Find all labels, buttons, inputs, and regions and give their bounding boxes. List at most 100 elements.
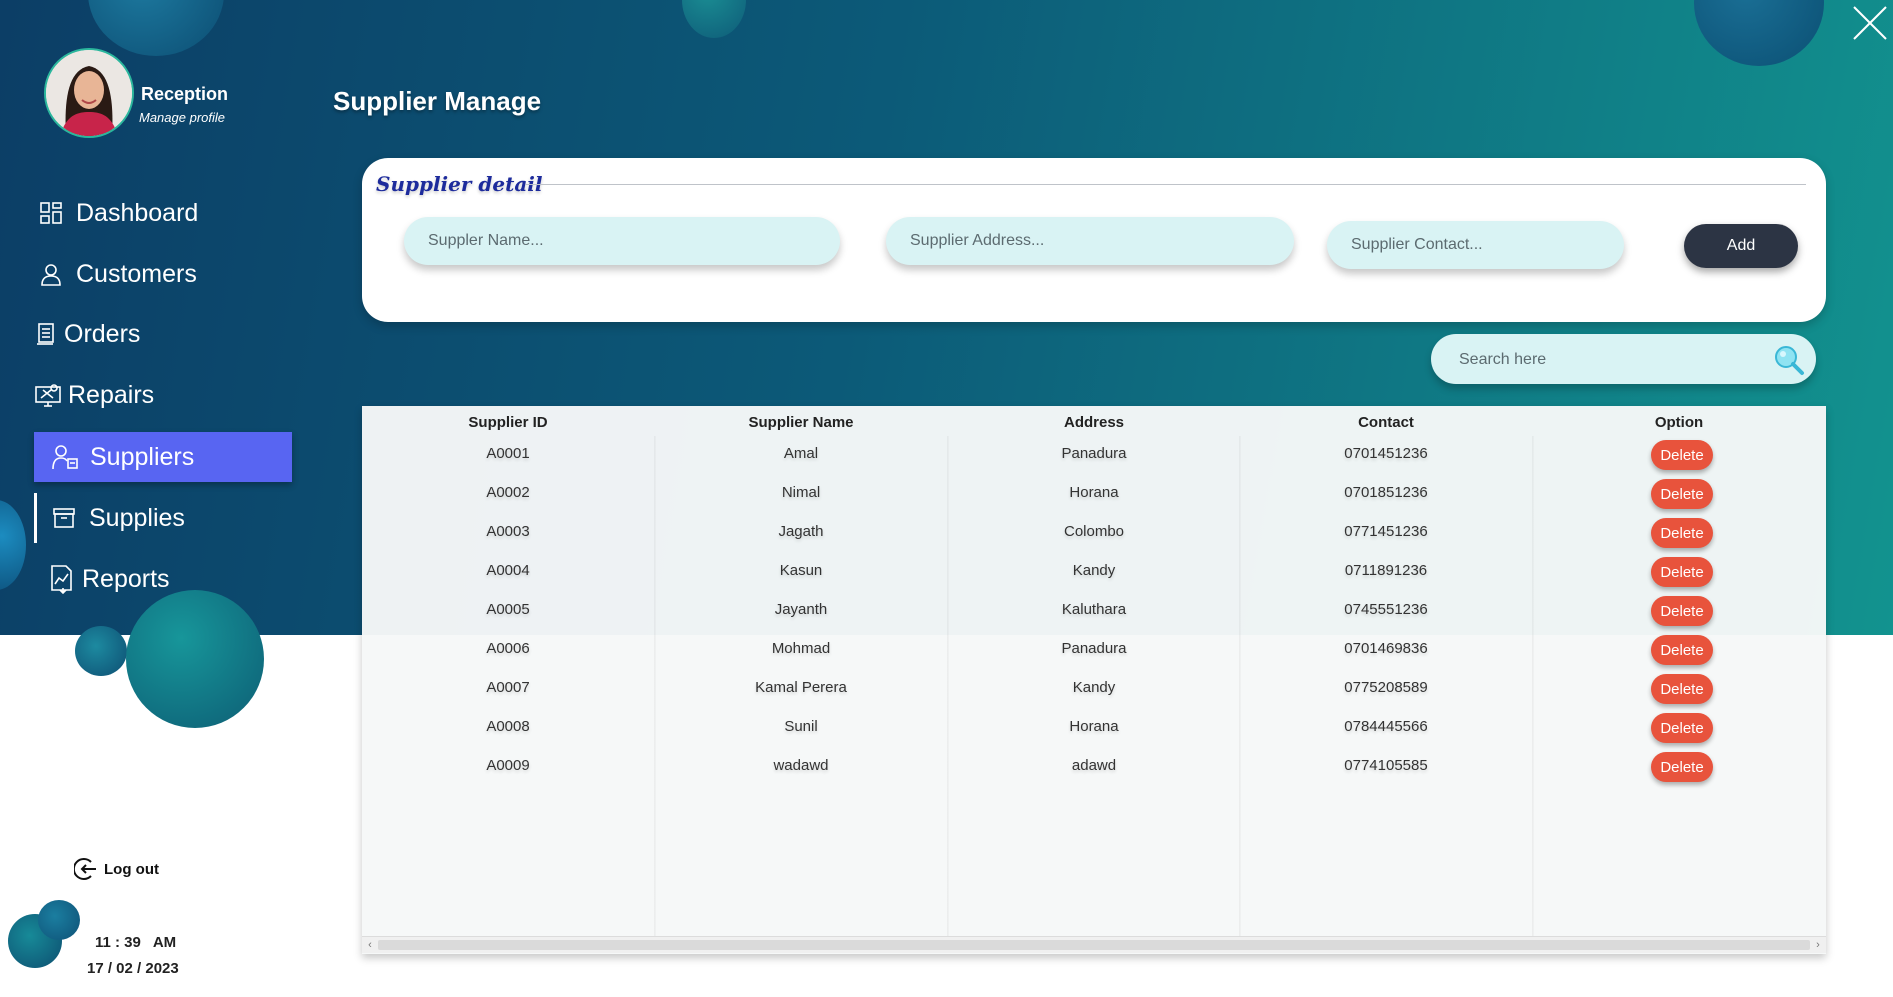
header-supplier-name[interactable]: Supplier Name [655,414,947,431]
search-input[interactable] [1457,334,1761,386]
cell-address: Horana [1069,484,1119,501]
page-title: Supplier Manage [333,86,542,116]
nav-repairs[interactable]: Repairs [34,370,292,420]
cell-id: A0007 [486,679,530,696]
cell-contact: 0745551236 [1344,601,1428,618]
supplier-detail-title: Supplier detail [376,172,543,196]
add-button[interactable]: Add [1684,224,1798,268]
cell-id: A0009 [486,757,530,774]
orders-icon [34,317,58,351]
delete-button[interactable]: Delete [1651,674,1713,704]
cell-name: wadawd [773,757,829,774]
delete-button[interactable]: Delete [1651,518,1713,548]
decor-bubble [126,590,264,728]
nav-suppliers[interactable]: Suppliers [34,432,292,482]
table-row[interactable]: A0006 Mohmad Panadura 0701469836 Delete [362,633,1826,672]
search-icon[interactable] [1773,344,1805,376]
cell-address: Kaluthara [1061,601,1127,618]
table-row[interactable]: A0008 Sunil Horana 0784445566 Delete [362,711,1826,750]
close-icon[interactable] [1852,5,1888,41]
cell-contact: 0784445566 [1344,718,1428,735]
table-row[interactable]: A0003 Jagath Colombo 0771451236 Delete [362,516,1826,555]
nav-orders[interactable]: Orders [34,309,292,359]
cell-address: Colombo [1063,523,1125,540]
divider [526,184,1806,185]
cell-name: Nimal [781,484,821,501]
profile-name: Reception [141,84,229,104]
table-row[interactable]: A0004 Kasun Kandy 0711891236 Delete [362,555,1826,594]
cell-name: Amal [783,445,819,462]
clock-time: 11 : 39 AM [95,934,177,951]
manage-profile-link[interactable]: Manage profile [139,110,225,125]
decor-bubble [682,0,746,38]
cell-id: A0008 [486,718,530,735]
nav-orders-label: Orders [64,319,141,348]
supplier-address-input[interactable] [886,217,1294,265]
cell-contact: 0701851236 [1344,484,1428,501]
scroll-right-icon[interactable]: › [1810,937,1826,953]
delete-button[interactable]: Delete [1651,557,1713,587]
delete-button[interactable]: Delete [1651,440,1713,470]
cell-address: adawd [1071,757,1117,774]
cell-address: Kandy [1072,679,1116,696]
logout-label: Log out [104,860,159,878]
scroll-left-icon[interactable]: ‹ [362,937,378,953]
supplier-table: Supplier ID Supplier Name Address Contac… [362,406,1826,954]
search-box [1431,334,1816,386]
avatar[interactable] [44,48,134,138]
cell-name: Jagath [778,523,824,540]
table-row[interactable]: A0009 wadawd adawd 0774105585 Delete [362,750,1826,789]
header-option[interactable]: Option [1533,414,1825,431]
supplier-name-input[interactable] [404,217,840,265]
nav-supplies[interactable]: Supplies [34,493,292,543]
header-supplier-id[interactable]: Supplier ID [362,414,654,431]
table-row[interactable]: A0002 Nimal Horana 0701851236 Delete [362,477,1826,516]
cell-name: Jayanth [774,601,828,618]
nav-dashboard[interactable]: Dashboard [34,188,292,238]
nav-customers-label: Customers [76,259,197,288]
supplier-contact-input[interactable] [1327,221,1624,269]
table-row[interactable]: A0005 Jayanth Kaluthara 0745551236 Delet… [362,594,1826,633]
cell-contact: 0711891236 [1344,562,1428,579]
cell-id: A0001 [486,445,530,462]
cell-name: Sunil [784,718,818,735]
cell-address: Horana [1069,718,1119,735]
dashboard-icon [34,196,68,230]
nav-dashboard-label: Dashboard [76,198,199,227]
delete-button[interactable]: Delete [1651,479,1713,509]
delete-button[interactable]: Delete [1651,596,1713,626]
cell-address: Panadura [1061,445,1127,462]
reports-icon [48,562,76,596]
cell-id: A0006 [486,640,530,657]
cell-id: A0005 [486,601,530,618]
scrollbar-thumb[interactable] [378,940,1810,950]
delete-button[interactable]: Delete [1651,713,1713,743]
logout-button[interactable]: Log out [74,856,159,882]
delete-button[interactable]: Delete [1651,752,1713,782]
cell-name: Mohmad [771,640,831,657]
cell-address: Panadura [1061,640,1127,657]
horizontal-scrollbar[interactable]: ‹ › [362,936,1826,953]
nav-supplies-label: Supplies [89,503,185,532]
cell-contact: 0701451236 [1344,445,1428,462]
nav-suppliers-label: Suppliers [90,442,195,471]
nav-reports-label: Reports [82,564,170,593]
header-address[interactable]: Address [948,414,1240,431]
table-row[interactable]: A0001 Amal Panadura 0701451236 Delete [362,438,1826,477]
cell-contact: 0775208589 [1344,679,1428,696]
nav-customers[interactable]: Customers [34,249,292,299]
table-row[interactable]: A0007 Kamal Perera Kandy 0775208589 Dele… [362,672,1826,711]
clock-date: 17 / 02 / 2023 [87,960,179,977]
customers-icon [34,257,68,291]
decor-bubble [38,900,80,940]
header-contact[interactable]: Contact [1240,414,1532,431]
repairs-icon [34,378,62,412]
supplies-icon [47,501,81,535]
decor-bubble [0,500,26,590]
delete-button[interactable]: Delete [1651,635,1713,665]
decor-bubble [75,626,127,676]
suppliers-icon [48,440,82,474]
cell-name: Kamal Perera [755,679,847,696]
cell-contact: 0701469836 [1344,640,1428,657]
decor-bubble [1694,0,1824,66]
